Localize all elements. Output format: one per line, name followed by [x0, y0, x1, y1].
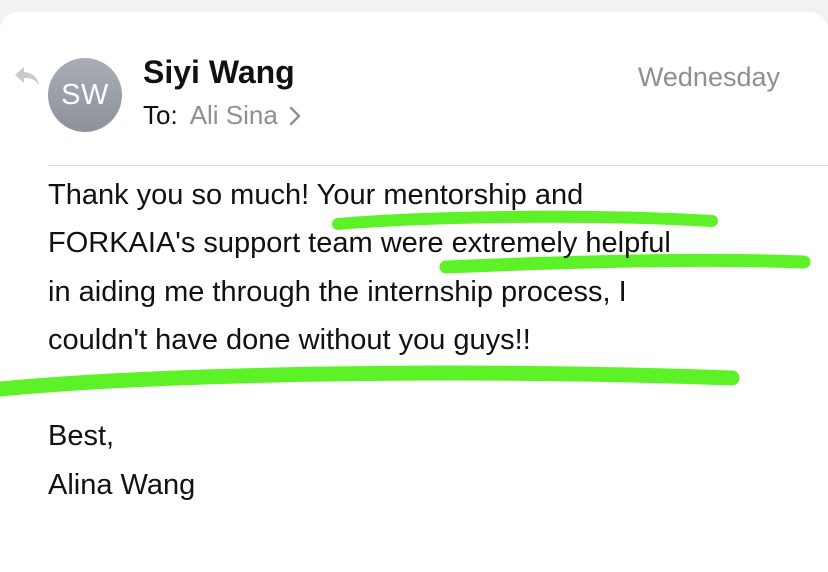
message-body-line: Thank you so much! Your mentorship and	[48, 179, 584, 211]
recipient-row[interactable]: To: Ali Sina	[143, 100, 302, 131]
message-closing: Best,	[48, 420, 115, 452]
message-body-line: in aiding me through the internship proc…	[48, 276, 627, 308]
recipient-name[interactable]: Ali Sina	[190, 100, 278, 131]
to-label: To:	[143, 100, 178, 130]
reply-arrow-icon[interactable]	[12, 64, 42, 88]
avatar[interactable]: SW	[48, 58, 122, 132]
message-body-line: couldn't have done without you guys!!	[48, 324, 531, 356]
chevron-right-icon[interactable]	[288, 105, 302, 127]
sender-name[interactable]: Siyi Wang	[143, 54, 295, 91]
message-body-line: FORKAIA's support team were extremely he…	[48, 227, 671, 259]
header-divider	[48, 165, 828, 166]
message-date: Wednesday	[637, 62, 780, 92]
message-signature: Alina Wang	[48, 469, 196, 501]
